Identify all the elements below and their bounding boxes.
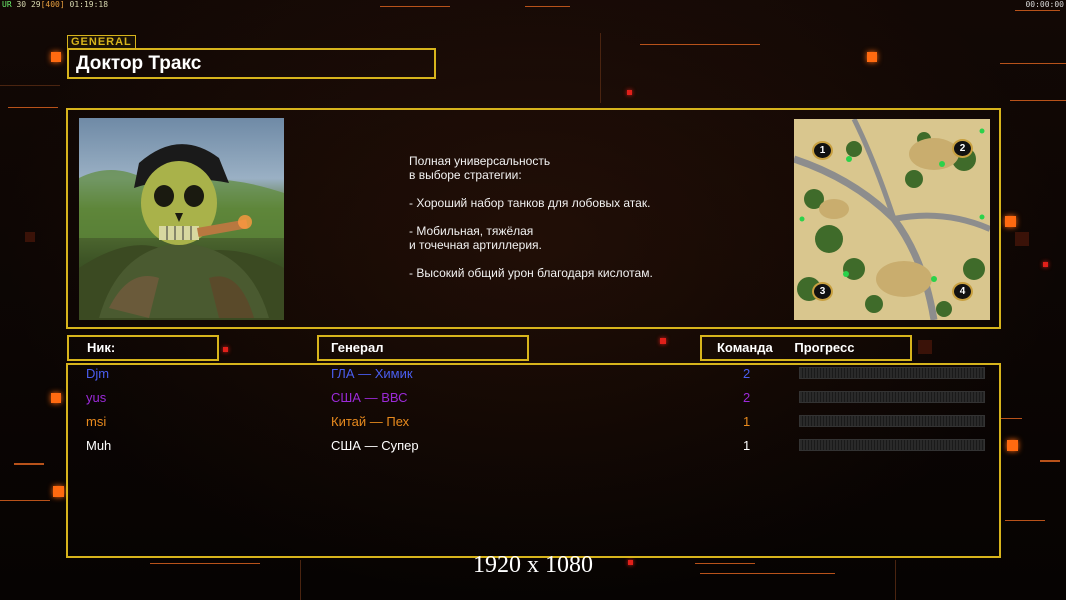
deco-square	[53, 486, 64, 497]
player-nick: Djm	[86, 366, 110, 381]
player-team: 1	[743, 438, 751, 453]
hud-elapsed-time: 01:19:18	[69, 0, 109, 9]
hud-clock: 00:00:00	[1025, 0, 1064, 9]
player-progress-bar	[799, 367, 985, 379]
start-position-2[interactable]: 2	[952, 139, 973, 158]
general-description: Полная универсальность в выборе стратеги…	[409, 154, 653, 280]
deco-square	[223, 347, 228, 352]
player-team: 1	[743, 414, 751, 429]
deco-square	[867, 52, 877, 62]
deco-square	[627, 90, 632, 95]
deco-line	[600, 33, 601, 103]
deco-square	[1043, 262, 1048, 267]
player-row[interactable]: Djm ГЛА — Химик 2	[70, 366, 997, 386]
deco-line	[14, 463, 44, 465]
deco-square	[918, 340, 932, 354]
fps-counter: UR 30 29[400] 01:19:18	[2, 0, 108, 9]
deco-line	[0, 85, 60, 86]
deco-line	[1040, 460, 1060, 462]
deco-square	[1007, 440, 1018, 451]
player-row[interactable]: Muh США — Супер 1	[70, 438, 997, 458]
player-team: 2	[743, 366, 751, 381]
hud-fps-cap: 29	[30, 0, 41, 9]
deco-line	[1005, 520, 1045, 521]
player-progress-bar	[799, 415, 985, 427]
player-progress-bar	[799, 391, 985, 403]
header-progress-label: Прогресс	[794, 340, 855, 355]
general-name: Доктор Тракс	[67, 48, 436, 79]
header-team-label: Команда	[717, 340, 773, 355]
player-nick: yus	[86, 390, 107, 405]
player-general: США — ВВС	[331, 390, 408, 405]
general-portrait	[79, 118, 284, 320]
header-general-label: Генерал	[331, 340, 384, 355]
deco-square	[51, 52, 61, 62]
resolution-label: 1920 x 1080	[473, 552, 593, 578]
deco-square	[51, 393, 61, 403]
deco-square	[25, 232, 35, 242]
start-position-1[interactable]: 1	[812, 141, 833, 160]
skull-portrait-icon	[79, 144, 284, 320]
hud-fps: 30	[16, 0, 27, 9]
deco-line	[1015, 10, 1060, 11]
deco-line	[0, 500, 50, 501]
deco-line	[380, 6, 450, 7]
header-team-progress: Команда Прогресс	[700, 335, 912, 361]
deco-line	[1000, 418, 1022, 419]
header-nick-label: Ник:	[87, 340, 116, 355]
player-row[interactable]: msi Китай — Пех 1	[70, 414, 997, 434]
player-nick: msi	[86, 414, 107, 429]
deco-square	[1015, 232, 1029, 246]
start-position-4[interactable]: 4	[952, 282, 973, 301]
player-nick: Muh	[86, 438, 112, 453]
deco-square	[660, 338, 666, 344]
player-general: Китай — Пех	[331, 414, 410, 429]
deco-square	[1005, 216, 1016, 227]
deco-line	[640, 44, 760, 45]
deco-line	[525, 6, 570, 7]
deco-line	[1010, 100, 1066, 101]
minimap: 1 2 3 4	[794, 119, 990, 320]
header-nick: Ник:	[67, 335, 219, 361]
hud-bracket: [400]	[40, 0, 65, 9]
deco-line	[1000, 63, 1066, 64]
header-general: Генерал	[317, 335, 529, 361]
player-general: США — Супер	[331, 438, 419, 453]
player-progress-bar	[799, 439, 985, 451]
player-row[interactable]: yus США — ВВС 2	[70, 390, 997, 410]
player-general: ГЛА — Химик	[331, 366, 413, 381]
start-position-3[interactable]: 3	[812, 282, 833, 301]
player-team: 2	[743, 390, 751, 405]
deco-line	[8, 107, 58, 108]
hud-prefix: UR	[2, 0, 12, 9]
